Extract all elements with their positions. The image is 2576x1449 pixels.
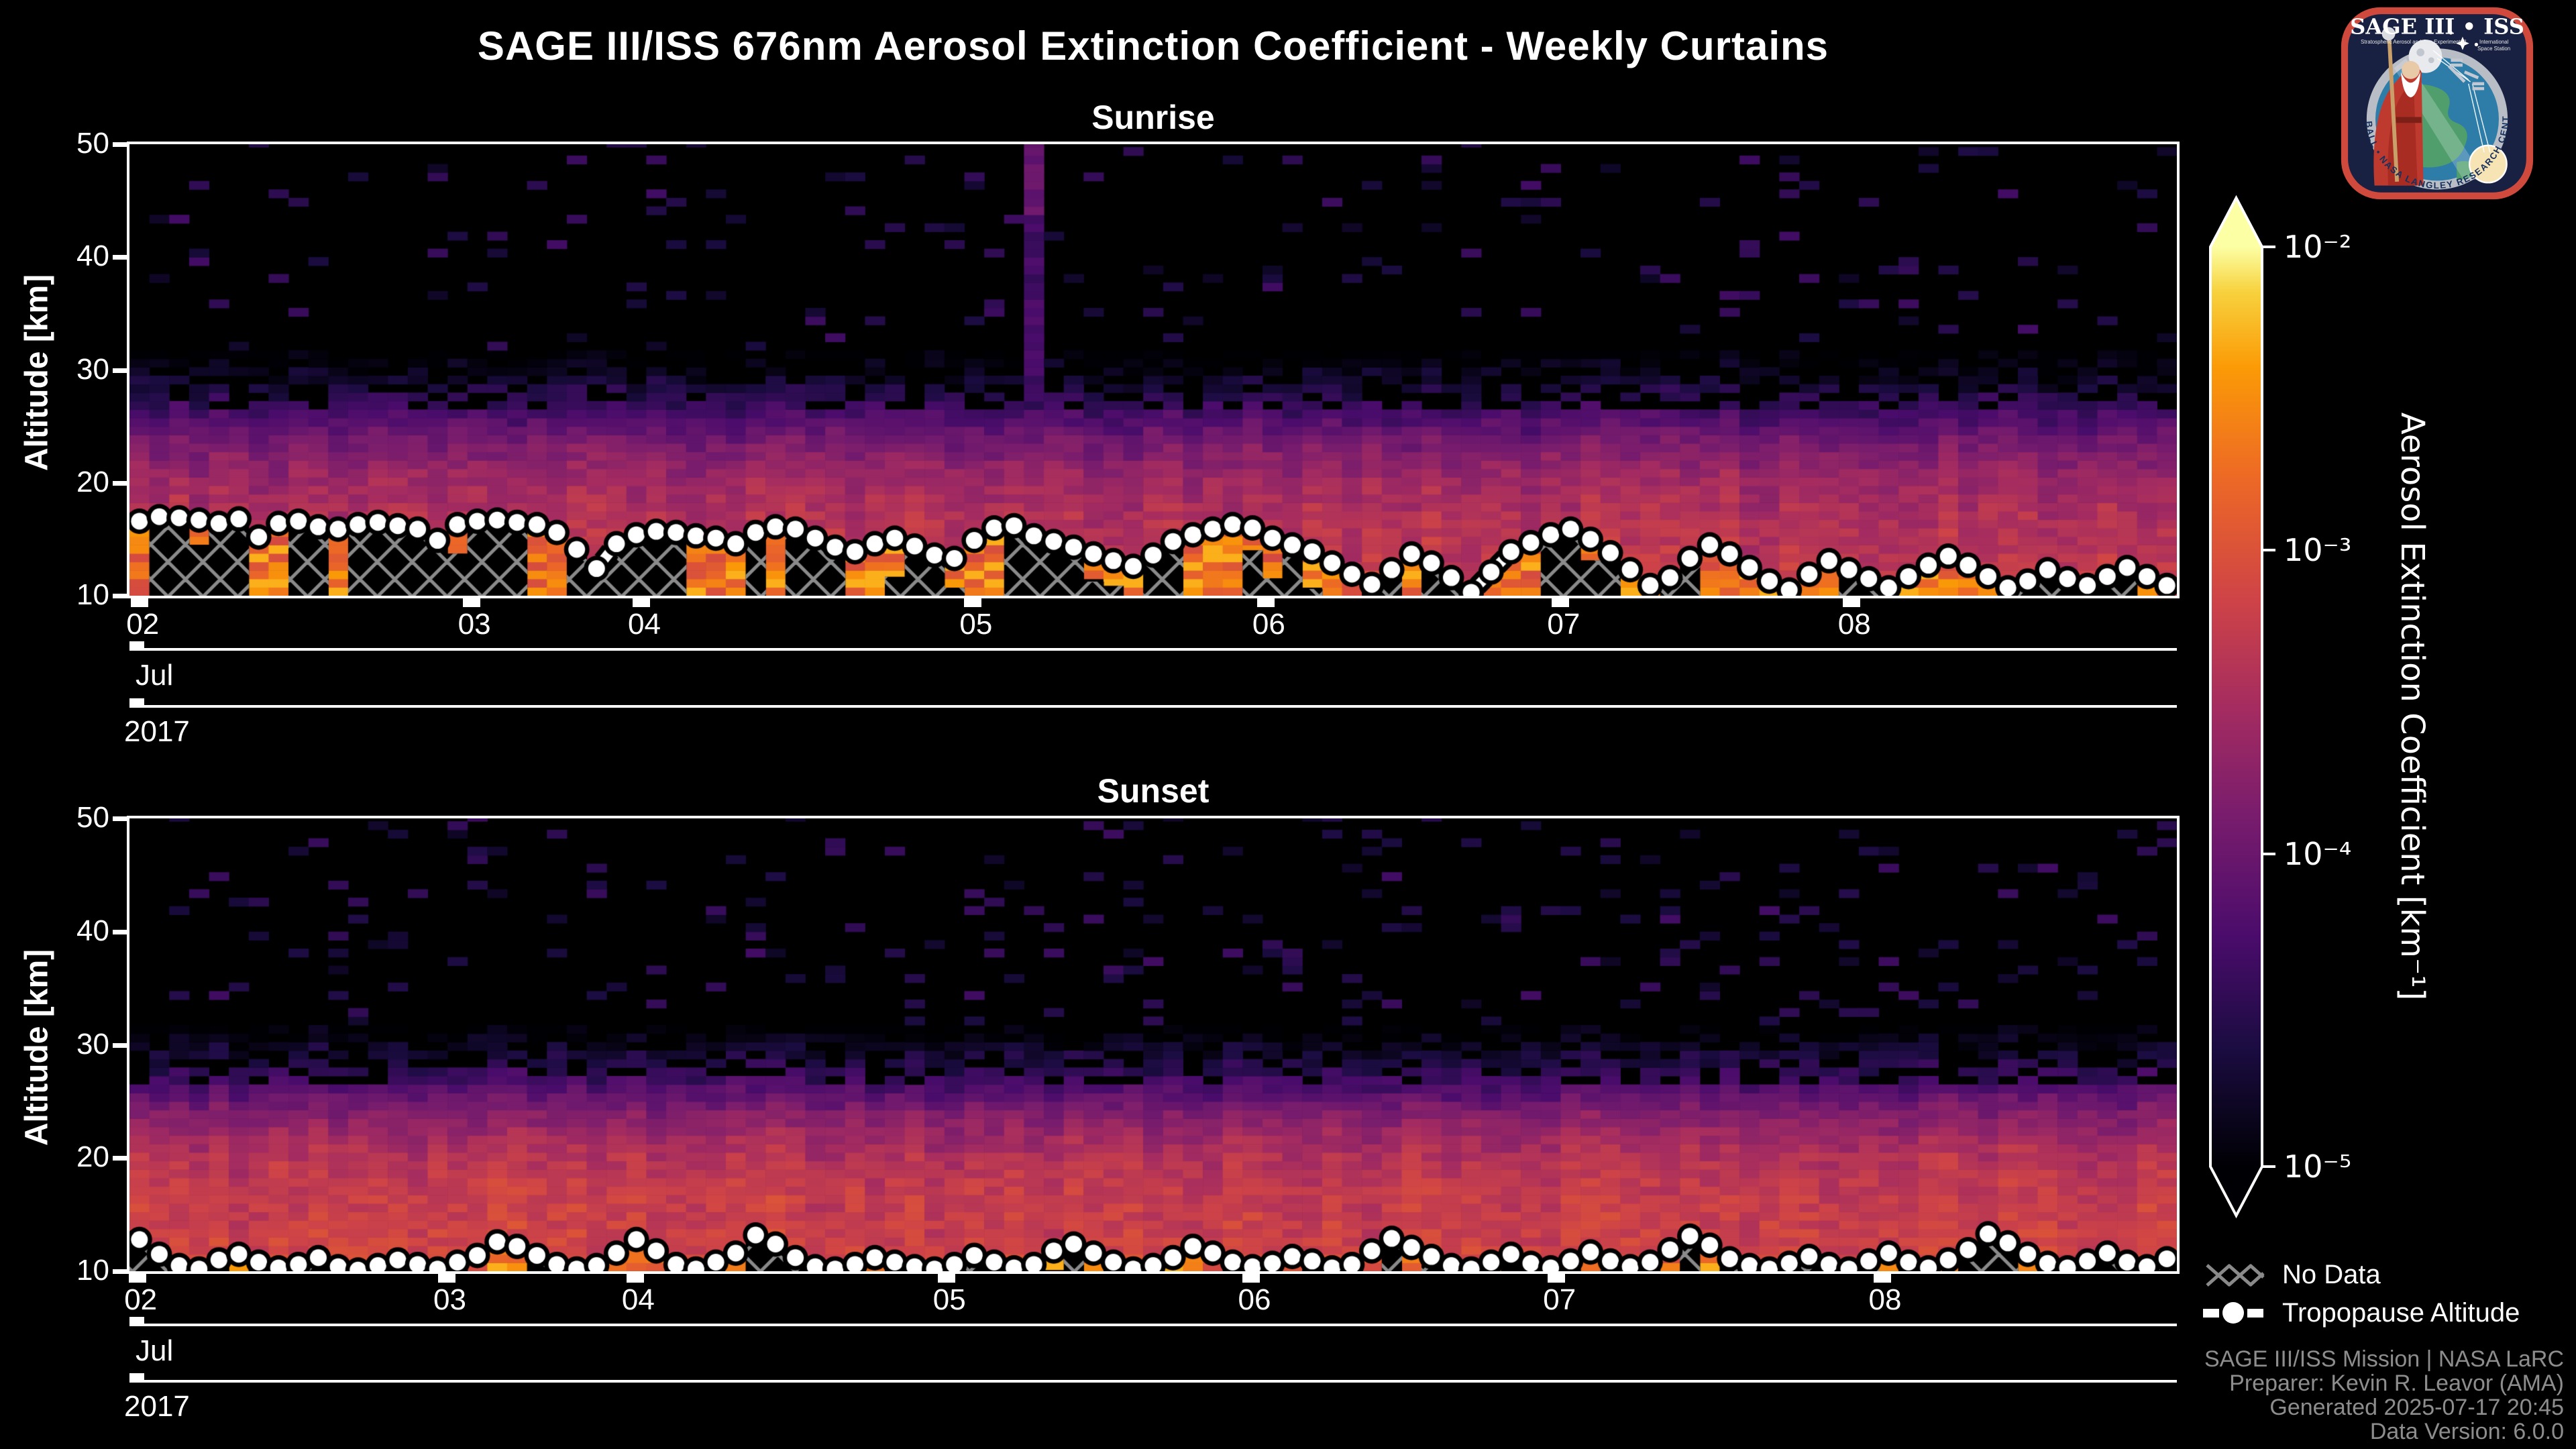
- y-tick-label: 50: [76, 127, 109, 160]
- x-tick-mark: [131, 598, 149, 607]
- colorbar: 10⁻² 10⁻³ 10⁻⁴ 10⁻⁵ Aerosol Extinction C…: [2209, 195, 2431, 1219]
- x-tick-mark: [937, 1274, 955, 1283]
- x-tick-label: 08: [1837, 608, 1871, 641]
- x-tick-label: 07: [1543, 1283, 1576, 1316]
- y-tick-label: 40: [76, 914, 109, 947]
- y-tick-mark: [113, 480, 129, 486]
- y-tick-label: 10: [76, 1254, 109, 1287]
- attribution-line: Generated 2025-07-17 20:45: [2269, 1395, 2564, 1420]
- x-tick-label: 08: [1868, 1283, 1902, 1316]
- panel-title-sunset: Sunset: [1097, 772, 1210, 810]
- x-tick-mark: [1242, 1274, 1260, 1283]
- x-tick-label: 03: [433, 1283, 466, 1316]
- month-axis-line-sunset: [129, 1324, 2177, 1326]
- x-tick-mark: [129, 1274, 147, 1283]
- legend-item-tropopause: Tropopause Altitude: [2203, 1293, 2565, 1332]
- x-tick-mark: [626, 1274, 644, 1283]
- month-axis-line-sunrise: [129, 648, 2177, 651]
- month-axis-tick-sunset: [129, 1317, 144, 1324]
- x-tick-mark: [1552, 598, 1570, 607]
- y-tick-label: 20: [76, 1140, 109, 1174]
- colorbar-tick-label: 10⁻³: [2284, 532, 2351, 568]
- y-tick-label: 30: [76, 1027, 109, 1061]
- y-tick-label: 30: [76, 352, 109, 386]
- legend-label-tropopause: Tropopause Altitude: [2282, 1297, 2520, 1328]
- x-tick-mark: [964, 598, 982, 607]
- x-tick-label: 07: [1547, 608, 1580, 641]
- y-tick-mark: [113, 255, 129, 260]
- legend-label-no-data: No Data: [2282, 1259, 2381, 1289]
- y-tick-label: 20: [76, 465, 109, 498]
- page-title: SAGE III/ISS 676nm Aerosol Extinction Co…: [477, 23, 1829, 68]
- logo-subtitle-right-2: Space Station: [2477, 46, 2510, 52]
- colorbar-bar: [2209, 195, 2263, 1219]
- y-tick-mark: [113, 816, 129, 821]
- x-tick-label: 02: [124, 1283, 158, 1316]
- x-tick-label: 02: [126, 608, 160, 641]
- x-tick-mark: [1842, 598, 1860, 607]
- logo-title: SAGE III • ISS: [2350, 13, 2524, 39]
- no-data-hatch-icon: [2206, 1264, 2265, 1287]
- colorbar-tick-label: 10⁻⁴: [2284, 836, 2351, 872]
- sage-iii-iss-logo: BALL • NASA LANGLEY RESEARCH CENTER • TA…: [2339, 5, 2534, 200]
- sunrise-heatmap: [127, 142, 2180, 598]
- x-tick-label: 04: [621, 1283, 655, 1316]
- x-tick-label: 03: [458, 608, 491, 641]
- year-axis-tick-sunset: [129, 1373, 144, 1381]
- year-axis-tick-sunrise: [129, 698, 144, 706]
- logo-subtitle-right-1: International: [2479, 39, 2509, 45]
- y-tick-mark: [113, 368, 129, 373]
- attribution-line: SAGE III/ISS Mission | NASA LaRC: [2204, 1346, 2564, 1372]
- y-tick-mark: [113, 142, 129, 147]
- month-label-sunrise: Jul: [136, 659, 174, 692]
- year-label-sunset: 2017: [124, 1390, 190, 1423]
- colorbar-tick-label: 10⁻⁵: [2284, 1148, 2351, 1185]
- colorbar-axis-label: Aerosol Extinction Coefficient [km⁻¹]: [2394, 413, 2431, 1001]
- colorbar-tick-label: 10⁻²: [2284, 229, 2351, 265]
- legend: No Data Tropopause Altitude: [2203, 1256, 2565, 1332]
- y-tick-mark: [113, 1156, 129, 1161]
- attribution-line: Preparer: Kevin R. Leavor (AMA): [2229, 1371, 2564, 1396]
- x-tick-mark: [1873, 1274, 1891, 1283]
- attribution-line: Data Version: 6.0.0: [2369, 1419, 2564, 1444]
- month-axis-tick-sunrise: [129, 641, 144, 649]
- y-tick-label: 50: [76, 801, 109, 834]
- panel-title-sunrise: Sunrise: [1091, 99, 1215, 136]
- x-tick-mark: [462, 598, 480, 607]
- x-tick-label: 05: [959, 608, 993, 641]
- tropopause-line-icon: [2203, 1302, 2263, 1324]
- y-tick-mark: [113, 929, 129, 934]
- x-tick-label: 06: [1238, 1283, 1271, 1316]
- y-tick-label: 40: [76, 239, 109, 273]
- x-tick-label: 06: [1252, 608, 1285, 641]
- x-tick-label: 04: [628, 608, 661, 641]
- sunset-heatmap-canvas: [129, 818, 2177, 1271]
- page: SAGE III/ISS 676nm Aerosol Extinction Co…: [0, 0, 2576, 1449]
- x-tick-mark: [438, 1274, 456, 1283]
- x-tick-mark: [633, 598, 650, 607]
- logo-subtitle-left: Stratospheric Aerosol and Gas Experiment…: [2361, 39, 2467, 45]
- attribution: SAGE III/ISS Mission | NASA LaRC Prepare…: [2204, 1347, 2564, 1444]
- x-tick-label: 05: [932, 1283, 966, 1316]
- year-axis-line-sunrise: [129, 705, 2177, 708]
- sunrise-heatmap-canvas: [129, 144, 2177, 596]
- y-tick-mark: [113, 1042, 129, 1048]
- sunset-heatmap: [127, 816, 2180, 1274]
- month-label-sunset: Jul: [136, 1334, 174, 1367]
- legend-item-no-data: No Data: [2203, 1256, 2565, 1293]
- y-tick-mark: [113, 594, 129, 598]
- x-tick-mark: [1548, 1274, 1566, 1283]
- year-axis-line-sunset: [129, 1380, 2177, 1383]
- year-label-sunrise: 2017: [124, 715, 190, 748]
- y-tick-mark: [113, 1269, 129, 1274]
- y-tick-label: 10: [76, 578, 109, 611]
- x-tick-mark: [1256, 598, 1275, 607]
